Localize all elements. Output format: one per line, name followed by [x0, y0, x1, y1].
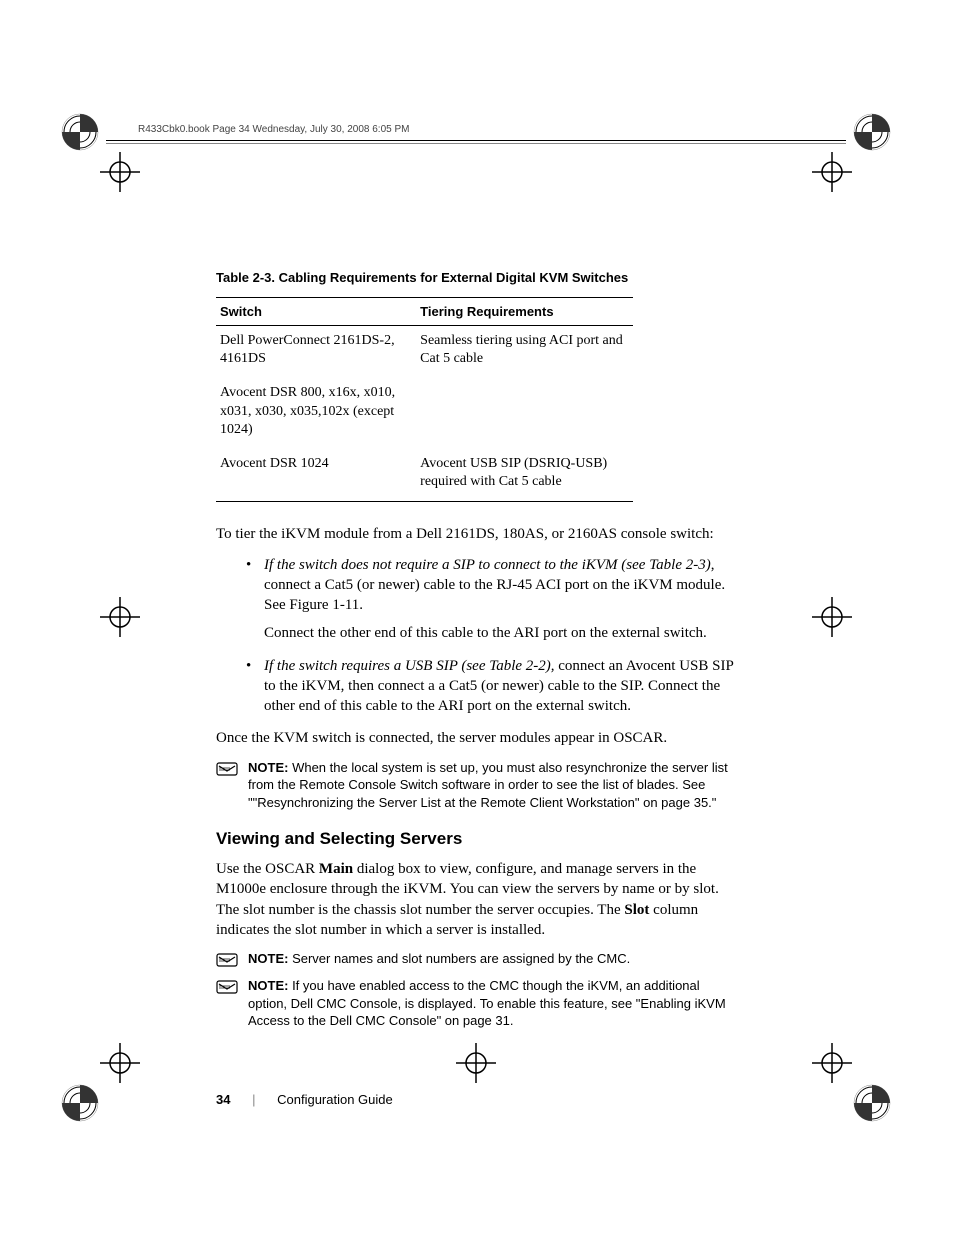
crosshair-top-left	[100, 152, 140, 192]
bullet-lead: If the switch requires a USB SIP (see Ta…	[264, 658, 555, 674]
crosshair-mid-right	[812, 597, 852, 637]
para-bold: Slot	[624, 902, 649, 918]
regmark-top-right	[852, 112, 892, 152]
bullet-sub: Connect the other end of this cable to t…	[264, 623, 740, 643]
note-block: NOTE: If you have enabled access to the …	[216, 977, 740, 1030]
note-block: NOTE: When the local system is set up, y…	[216, 759, 740, 812]
page-footer: 34 | Configuration Guide	[216, 1092, 393, 1107]
bullet-list: If the switch does not require a SIP to …	[246, 555, 740, 717]
cell-req: Seamless tiering using ACI port and Cat …	[416, 326, 633, 379]
after-list-para: Once the KVM switch is connected, the se…	[216, 728, 740, 748]
bullet-lead: If the switch does not require a SIP to …	[264, 557, 711, 573]
cell-switch: Avocent DSR 800, x16x, x010, x031, x030,…	[216, 378, 416, 449]
table-row: Avocent DSR 1024 Avocent USB SIP (DSRIQ-…	[216, 449, 633, 502]
th-switch: Switch	[216, 298, 416, 326]
cell-req	[416, 378, 633, 449]
para-part: Use the OSCAR	[216, 861, 319, 877]
note-text: NOTE: Server names and slot numbers are …	[248, 950, 740, 968]
table-row: Avocent DSR 800, x16x, x010, x031, x030,…	[216, 378, 633, 449]
note-body: If you have enabled access to the CMC th…	[248, 978, 726, 1028]
section-para: Use the OSCAR Main dialog box to view, c…	[216, 859, 740, 940]
cell-switch: Avocent DSR 1024	[216, 449, 416, 502]
list-item: If the switch does not require a SIP to …	[246, 555, 740, 644]
requirements-table: Switch Tiering Requirements Dell PowerCo…	[216, 297, 633, 502]
crosshair-bottom-right	[812, 1043, 852, 1083]
crosshair-top-right	[812, 152, 852, 192]
table-caption: Table 2-3. Cabling Requirements for Exte…	[216, 270, 740, 285]
note-label: NOTE:	[248, 951, 288, 966]
cell-req: Avocent USB SIP (DSRIQ-USB) required wit…	[416, 449, 633, 502]
note-body: When the local system is set up, you mus…	[248, 760, 728, 810]
page-number: 34	[216, 1092, 230, 1107]
table-row: Dell PowerConnect 2161DS-2, 4161DS Seaml…	[216, 326, 633, 379]
header-rule	[106, 140, 846, 141]
note-block: NOTE: Server names and slot numbers are …	[216, 950, 740, 969]
page-content: Table 2-3. Cabling Requirements for Exte…	[216, 270, 740, 1038]
regmark-bottom-right	[852, 1083, 892, 1123]
crosshair-bottom-mid	[456, 1043, 496, 1083]
note-label: NOTE:	[248, 978, 288, 993]
print-header: R433Cbk0.book Page 34 Wednesday, July 30…	[138, 124, 409, 135]
crosshair-mid-left	[100, 597, 140, 637]
cell-switch: Dell PowerConnect 2161DS-2, 4161DS	[216, 326, 416, 379]
crosshair-bottom-left	[100, 1043, 140, 1083]
section-heading: Viewing and Selecting Servers	[216, 829, 740, 849]
footer-title: Configuration Guide	[277, 1092, 393, 1107]
list-item: If the switch requires a USB SIP (see Ta…	[246, 656, 740, 717]
intro-para: To tier the iKVM module from a Dell 2161…	[216, 524, 740, 544]
note-icon	[216, 760, 238, 778]
note-icon	[216, 951, 238, 969]
para-bold: Main	[319, 861, 353, 877]
th-tiering: Tiering Requirements	[416, 298, 633, 326]
note-text: NOTE: If you have enabled access to the …	[248, 977, 740, 1030]
regmark-top-left	[60, 112, 100, 152]
header-rule-2	[106, 143, 846, 144]
note-label: NOTE:	[248, 760, 288, 775]
note-body: Server names and slot numbers are assign…	[288, 951, 630, 966]
footer-separator: |	[252, 1092, 255, 1107]
note-text: NOTE: When the local system is set up, y…	[248, 759, 740, 812]
regmark-bottom-left	[60, 1083, 100, 1123]
note-icon	[216, 978, 238, 996]
